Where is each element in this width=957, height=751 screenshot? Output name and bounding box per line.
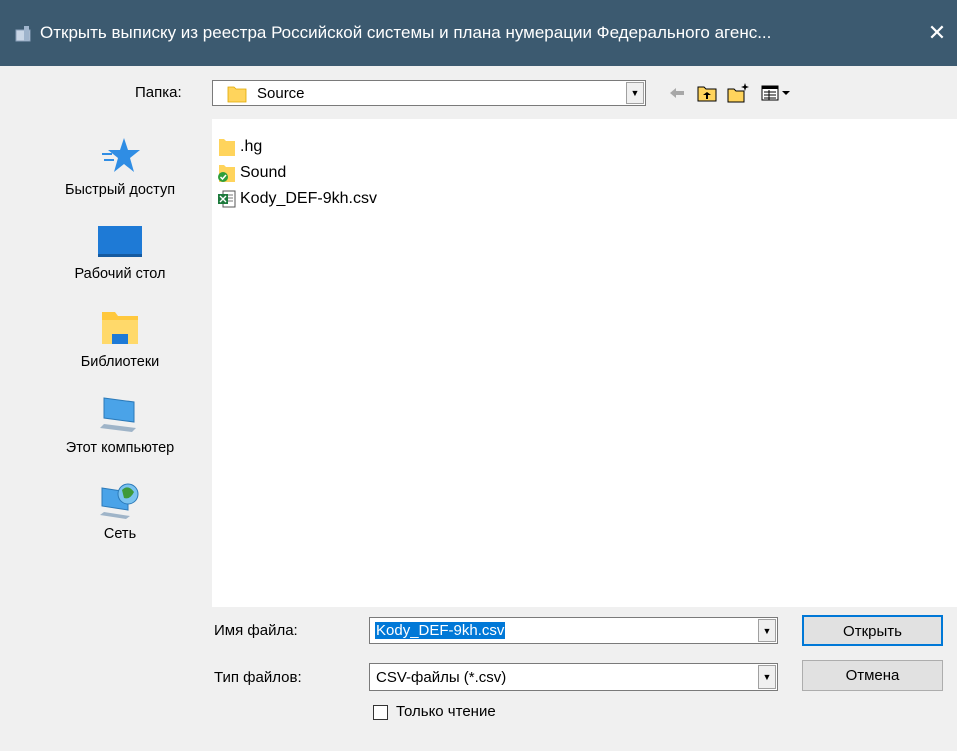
list-item[interactable]: Sound	[218, 162, 286, 184]
file-name: .hg	[240, 138, 263, 155]
chevron-down-icon[interactable]: ▼	[758, 665, 776, 689]
filetype-value: CSV-файлы (*.csv)	[376, 669, 507, 686]
look-in-value: Source	[257, 85, 305, 102]
network-icon	[100, 483, 139, 519]
desktop-icon	[98, 226, 142, 257]
app-icon	[15, 26, 31, 42]
csv-file-icon	[218, 190, 236, 208]
file-name: Kody_DEF-9kh.csv	[240, 190, 377, 207]
filetype-label: Тип файлов:	[214, 669, 302, 686]
up-folder-button[interactable]	[694, 81, 720, 105]
folder-icon	[227, 86, 247, 103]
list-item[interactable]: Kody_DEF-9kh.csv	[218, 188, 377, 210]
cancel-button[interactable]: Отмена	[802, 660, 943, 691]
look-in-combo[interactable]: Source ▼	[212, 80, 646, 106]
filename-label: Имя файла:	[214, 622, 298, 639]
list-item[interactable]: .hg	[218, 136, 262, 158]
open-file-dialog: Папка: Source ▼ Быстрый доступ Рабочий с…	[0, 66, 957, 751]
place-label: Сеть	[103, 526, 137, 542]
computer-icon	[100, 397, 136, 432]
place-label: Быстрый доступ	[64, 182, 176, 198]
folder-icon	[219, 139, 235, 156]
up-folder-icon	[697, 86, 717, 102]
look-in-label: Папка:	[135, 84, 182, 101]
window-title: Открыть выписку из реестра Российской си…	[40, 23, 772, 42]
star-icon	[102, 138, 140, 172]
place-label: Рабочий стол	[74, 266, 166, 282]
chevron-down-icon[interactable]: ▼	[758, 619, 776, 642]
close-icon: ✕	[927, 20, 947, 45]
new-folder-icon	[727, 83, 749, 103]
file-name: Sound	[240, 164, 287, 181]
readonly-label: Только чтение	[396, 703, 496, 720]
filename-input[interactable]: Kody_DEF-9kh.csv	[375, 622, 506, 639]
folder-synced-icon	[218, 165, 235, 182]
libraries-icon	[102, 312, 138, 344]
place-network[interactable]: Сеть	[32, 480, 208, 542]
place-desktop[interactable]: Рабочий стол	[32, 224, 208, 282]
close-button[interactable]: ✕	[917, 12, 957, 54]
place-libraries[interactable]: Библиотеки	[32, 308, 208, 370]
file-list[interactable]: .hg Sound Kody_DEF-9kh.csv	[212, 119, 957, 607]
place-label: Библиотеки	[80, 354, 160, 370]
back-arrow-icon	[670, 88, 684, 98]
new-folder-button[interactable]	[724, 81, 752, 105]
place-label: Этот компьютер	[65, 440, 175, 456]
place-this-pc[interactable]: Этот компьютер	[32, 394, 208, 456]
view-menu-button[interactable]	[758, 81, 798, 105]
readonly-checkbox[interactable]	[373, 705, 388, 720]
filetype-select[interactable]: CSV-файлы (*.csv) ▼	[369, 663, 778, 691]
filename-combo[interactable]: Kody_DEF-9kh.csv ▼	[369, 617, 778, 644]
place-quick-access[interactable]: Быстрый доступ	[32, 136, 208, 198]
title-bar: Открыть выписку из реестра Российской си…	[0, 0, 957, 66]
back-button[interactable]	[666, 81, 688, 105]
chevron-down-icon[interactable]: ▼	[626, 82, 644, 104]
view-menu-icon	[761, 85, 790, 101]
open-button[interactable]: Открыть	[802, 615, 943, 646]
